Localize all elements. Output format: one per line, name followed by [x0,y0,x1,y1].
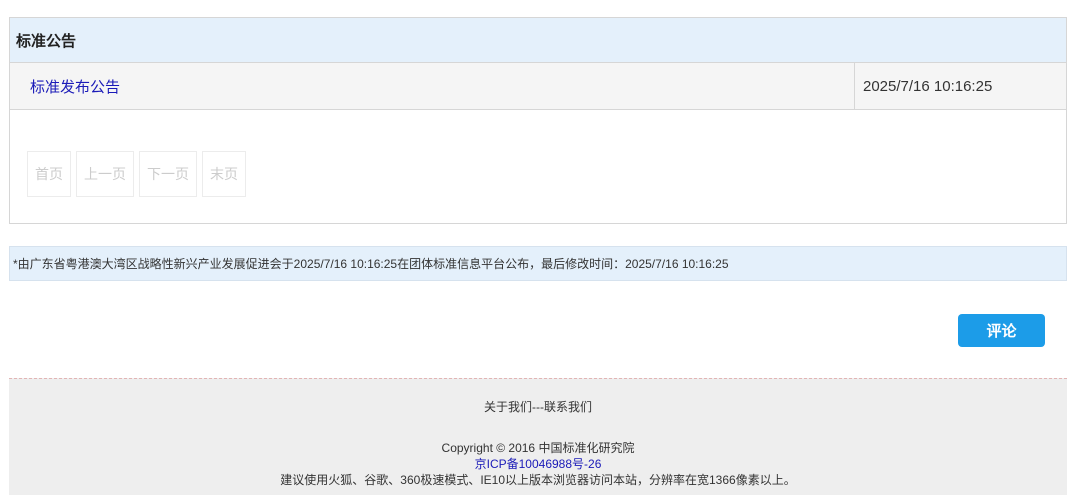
contact-us-link[interactable]: 联系我们 [544,400,592,414]
publish-info-bar: *由广东省粤港澳大湾区战略性新兴产业发展促进会于2025/7/16 10:16:… [9,246,1067,281]
footer-icp: 京ICP备10046988号-26 [9,455,1067,472]
first-page-button[interactable]: 首页 [27,151,71,197]
prev-page-button[interactable]: 上一页 [76,151,134,197]
footer-links: 关于我们---联系我们 [9,398,1067,415]
notice-title-link[interactable]: 标准发布公告 [10,63,855,109]
panel-title: 标准公告 [10,18,1066,63]
footer: 关于我们---联系我们 Copyright © 2016 中国标准化研究院 京I… [9,378,1067,495]
table-row: 标准发布公告 2025/7/16 10:16:25 [10,63,1066,110]
comment-button[interactable]: 评论 [958,314,1045,347]
browser-tip: 建议使用火狐、谷歌、360极速模式、IE10以上版本浏览器访问本站，分辨率在宽1… [280,473,796,487]
last-page-button[interactable]: 末页 [202,151,246,197]
next-page-button[interactable]: 下一页 [139,151,197,197]
about-us-link[interactable]: 关于我们 [484,400,532,414]
footer-copyright: Copyright © 2016 中国标准化研究院 [441,441,635,455]
notice-time: 2025/7/16 10:16:25 [863,77,993,95]
icp-link[interactable]: 京ICP备10046988号-26 [475,457,602,471]
pagination: 首页 上一页 下一页 末页 [27,151,246,197]
footer-separator: --- [532,400,544,414]
